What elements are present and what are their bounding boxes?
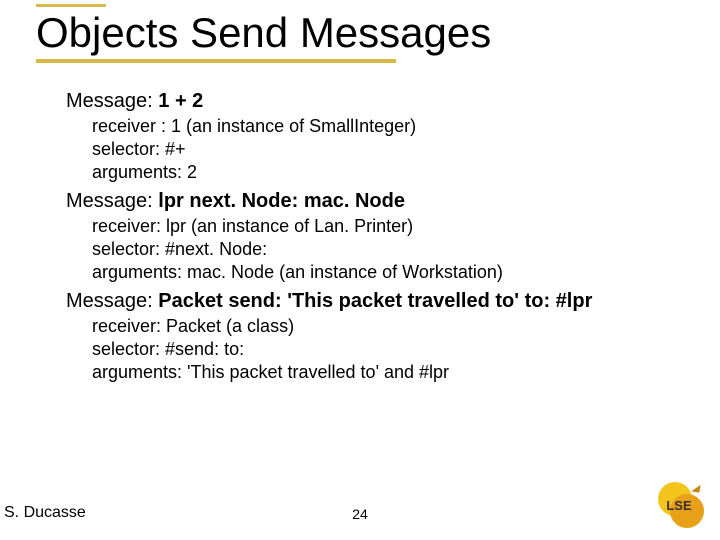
message-details-3: receiver: Packet (a class) selector: #se… bbox=[92, 315, 686, 384]
slide: Objects Send Messages Message: 1 + 2 rec… bbox=[0, 0, 720, 540]
slide-body: Message: 1 + 2 receiver : 1 (an instance… bbox=[66, 84, 686, 384]
accent-bar-under bbox=[36, 59, 396, 63]
title-block: Objects Send Messages bbox=[36, 4, 491, 63]
message-details-2: receiver: lpr (an instance of Lan. Print… bbox=[92, 215, 686, 284]
receiver-line: receiver: lpr (an instance of Lan. Print… bbox=[92, 215, 686, 238]
message-details-1: receiver : 1 (an instance of SmallIntege… bbox=[92, 115, 686, 184]
accent-bar-top bbox=[36, 4, 106, 7]
arguments-line: arguments: mac. Node (an instance of Wor… bbox=[92, 261, 686, 284]
message-expr: lpr next. Node: mac. Node bbox=[158, 190, 405, 212]
arguments-line: arguments: 'This packet travelled to' an… bbox=[92, 361, 686, 384]
selector-line: selector: #next. Node: bbox=[92, 238, 686, 261]
message-heading-3: Message: Packet send: 'This packet trave… bbox=[66, 290, 686, 313]
author-label: S. Ducasse bbox=[4, 504, 86, 522]
message-label: Message: bbox=[66, 290, 158, 312]
selector-line: selector: #send: to: bbox=[92, 338, 686, 361]
message-heading-2: Message: lpr next. Node: mac. Node bbox=[66, 190, 686, 213]
message-label: Message: bbox=[66, 90, 158, 112]
message-expr: Packet send: 'This packet travelled to' … bbox=[158, 290, 592, 312]
message-heading-1: Message: 1 + 2 bbox=[66, 90, 686, 113]
message-expr: 1 + 2 bbox=[158, 90, 203, 112]
slide-title: Objects Send Messages bbox=[36, 9, 491, 57]
page-number: 24 bbox=[352, 506, 368, 522]
lse-logo-icon: LSE bbox=[654, 480, 704, 530]
message-label: Message: bbox=[66, 190, 158, 212]
arguments-line: arguments: 2 bbox=[92, 161, 686, 184]
logo-text: LSE bbox=[654, 480, 704, 530]
selector-line: selector: #+ bbox=[92, 138, 686, 161]
receiver-line: receiver : 1 (an instance of SmallIntege… bbox=[92, 115, 686, 138]
receiver-line: receiver: Packet (a class) bbox=[92, 315, 686, 338]
